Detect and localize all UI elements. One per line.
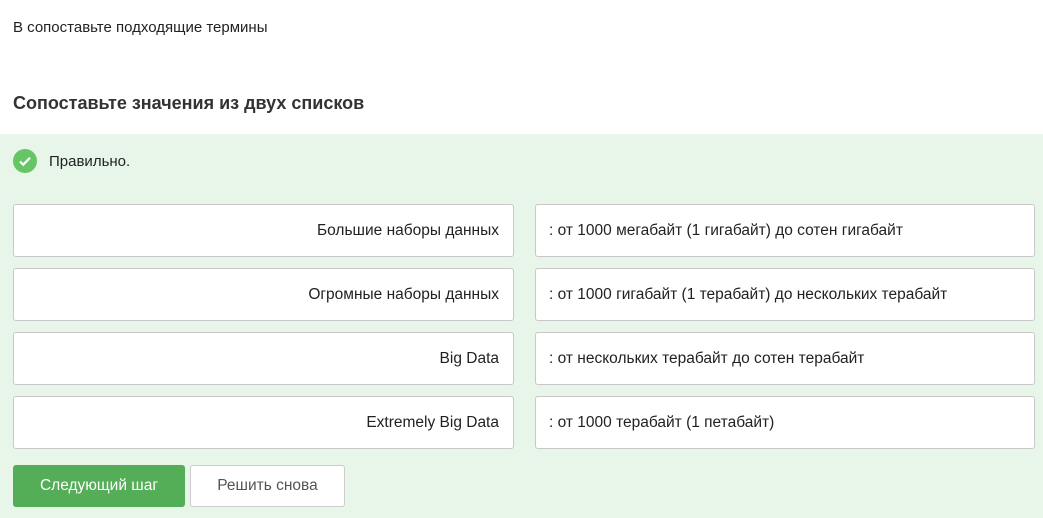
next-step-button[interactable]: Следующий шаг xyxy=(13,465,185,507)
check-circle-icon xyxy=(13,149,37,173)
value-item[interactable]: : от 1000 терабайт (1 петабайт) xyxy=(535,396,1035,449)
term-item: Большие наборы данных xyxy=(13,204,514,257)
value-item[interactable]: : от 1000 мегабайт (1 гигабайт) до сотен… xyxy=(535,204,1035,257)
term-item: Огромные наборы данных xyxy=(13,268,514,321)
question-title: Сопоставьте значения из двух списков xyxy=(13,93,365,113)
term-item: Big Data xyxy=(13,332,514,385)
result-panel: Правильно. Большие наборы данных : от 10… xyxy=(0,134,1043,518)
status-message: Правильно. xyxy=(13,149,130,173)
value-item[interactable]: : от нескольких терабайт до сотен тераба… xyxy=(535,332,1035,385)
instruction-text: В сопоставьте подходящие термины xyxy=(13,19,268,36)
value-item[interactable]: : от 1000 гигабайт (1 терабайт) до неско… xyxy=(535,268,1035,321)
term-item: Extremely Big Data xyxy=(13,396,514,449)
status-text: Правильно. xyxy=(49,152,131,170)
solve-again-button[interactable]: Решить снова xyxy=(190,465,345,507)
